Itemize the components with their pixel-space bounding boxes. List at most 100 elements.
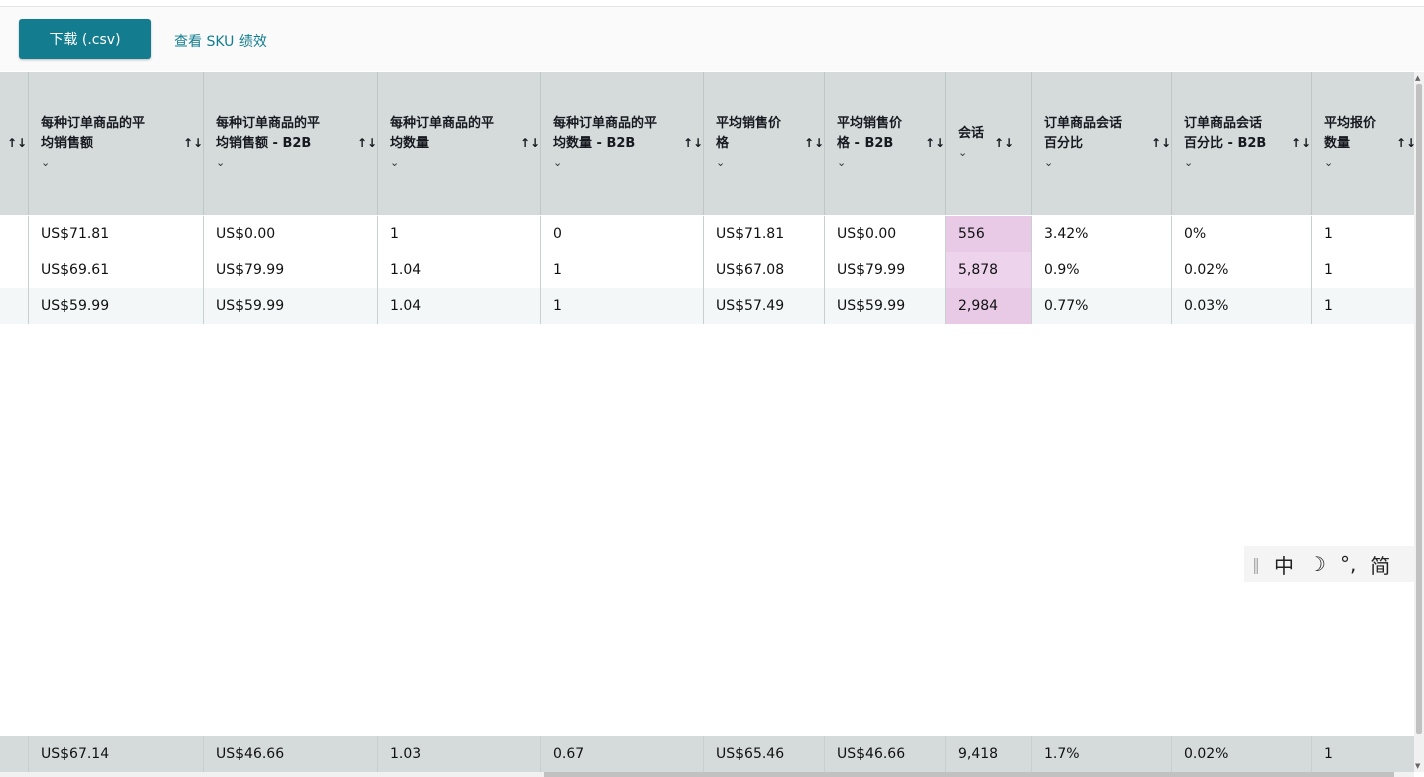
table-cell: 1: [377, 216, 540, 252]
chevron-down-icon[interactable]: ⌄: [1044, 156, 1053, 169]
vertical-scroll-thumb[interactable]: [1416, 84, 1422, 734]
table-cell: US$0.00: [824, 216, 945, 252]
table-cell: US$59.99: [824, 288, 945, 324]
table-cell: 1.7%: [1031, 736, 1171, 772]
chevron-down-icon[interactable]: ⌄: [1184, 156, 1193, 169]
table-cell: 1: [1311, 252, 1414, 288]
moon-icon[interactable]: ☽: [1308, 552, 1326, 576]
vertical-scrollbar[interactable]: ▲ ▼: [1414, 72, 1424, 772]
chevron-down-icon[interactable]: ⌄: [390, 156, 399, 169]
table-cell: US$0.00: [203, 216, 377, 252]
ime-toolbar[interactable]: ‖ 中 ☽ °, 简: [1244, 546, 1414, 582]
table-cell-sessions: 2,984: [945, 288, 1031, 324]
chevron-down-icon[interactable]: ⌄: [41, 156, 50, 169]
header-label: 格 - B2B: [837, 136, 894, 151]
table-cell: 0.02%: [1171, 252, 1311, 288]
table-cell: US$46.66: [203, 736, 377, 772]
top-border: [0, 0, 1424, 7]
table-cell: 0.02%: [1171, 736, 1311, 772]
header-sessions[interactable]: 会话 ↑↓ ⌄: [945, 72, 1031, 215]
chevron-down-icon[interactable]: ⌄: [553, 156, 562, 169]
header-label: 会话: [958, 126, 985, 141]
chevron-down-icon[interactable]: ⌄: [1324, 156, 1333, 169]
table-cell: 0.9%: [1031, 252, 1171, 288]
table-cell: [0, 736, 28, 772]
toolbar: 下载 (.csv) 查看 SKU 绩效: [0, 7, 1424, 71]
table-cell: US$79.99: [824, 252, 945, 288]
header-unit-session-pct-b2b[interactable]: 订单商品会话 百分比 - B2B ↑↓ ⌄: [1171, 72, 1311, 215]
table-header: ↑↓ 每种订单商品的平 均销售额 ↑↓ ⌄ 每种订单商品的平 均销售额 - B2B …: [0, 72, 1416, 215]
table-cell-sessions: 556: [945, 216, 1031, 252]
table-cell: [0, 216, 28, 252]
chevron-down-icon[interactable]: ⌄: [716, 156, 725, 169]
data-table: ↑↓ 每种订单商品的平 均销售额 ↑↓ ⌄ 每种订单商品的平 均销售额 - B2B …: [0, 72, 1416, 772]
sort-icon[interactable]: ↑↓: [804, 136, 824, 150]
table-cell: 1: [1311, 736, 1414, 772]
header-avg-offer-count[interactable]: 平均报价 数量 ↑↓ ⌄: [1311, 72, 1416, 215]
sort-icon[interactable]: ↑↓: [7, 136, 27, 150]
header-label: 数量: [1324, 136, 1351, 151]
header-label: 均销售额 - B2B: [216, 136, 312, 151]
sort-icon[interactable]: ↑↓: [683, 136, 703, 150]
sort-icon[interactable]: ↑↓: [520, 136, 540, 150]
header-unit-session-pct[interactable]: 订单商品会话 百分比 ↑↓ ⌄: [1031, 72, 1171, 215]
table-cell: 1: [540, 288, 703, 324]
horizontal-scroll-thumb[interactable]: [544, 772, 1394, 777]
table-cell: 0.67: [540, 736, 703, 772]
header-avg-sales-per-item-b2b[interactable]: 每种订单商品的平 均销售额 - B2B ↑↓ ⌄: [203, 72, 377, 215]
header-avg-sales-per-item[interactable]: 每种订单商品的平 均销售额 ↑↓ ⌄: [28, 72, 203, 215]
header-label: 均数量: [390, 136, 430, 151]
table-cell: US$59.99: [203, 288, 377, 324]
header-label: 订单商品会话: [1044, 116, 1123, 131]
header-avg-units-per-item[interactable]: 每种订单商品的平 均数量 ↑↓ ⌄: [377, 72, 540, 215]
header-avg-selling-price-b2b[interactable]: 平均销售价格 - B2B ↑↓ ⌄: [824, 72, 945, 215]
table-cell: US$46.66: [824, 736, 945, 772]
sort-icon[interactable]: ↑↓: [357, 136, 377, 150]
table-cell: US$71.81: [28, 216, 203, 252]
table-cell-sessions: 5,878: [945, 252, 1031, 288]
table-cell: 1: [540, 252, 703, 288]
download-csv-button[interactable]: 下载 (.csv): [19, 19, 151, 59]
scroll-down-icon[interactable]: ▼: [1415, 762, 1420, 770]
table-cell-sessions: 9,418: [945, 736, 1031, 772]
table-cell: US$67.14: [28, 736, 203, 772]
table-cell: 1.03: [377, 736, 540, 772]
table-cell: 1.04: [377, 252, 540, 288]
header-label: 每种订单商品的平: [553, 116, 658, 131]
header-label: 格: [716, 136, 730, 151]
ime-script-toggle[interactable]: 简: [1370, 550, 1390, 579]
header-avg-units-per-item-b2b[interactable]: 每种订单商品的平 均数量 - B2B ↑↓ ⌄: [540, 72, 703, 215]
table-cell: 0.77%: [1031, 288, 1171, 324]
table-cell: 0: [540, 216, 703, 252]
chevron-down-icon[interactable]: ⌄: [837, 156, 846, 169]
table-cell: US$65.46: [703, 736, 824, 772]
ime-mode-toggle[interactable]: 中: [1274, 550, 1294, 579]
sort-icon[interactable]: ↑↓: [925, 136, 945, 150]
header-avg-selling-price[interactable]: 平均销售价格 ↑↓ ⌄: [703, 72, 824, 215]
table-cell: US$67.08: [703, 252, 824, 288]
chevron-down-icon[interactable]: ⌄: [216, 156, 225, 169]
header-prev-column[interactable]: ↑↓: [0, 72, 28, 215]
table-cell: 1.04: [377, 288, 540, 324]
horizontal-scrollbar[interactable]: [0, 772, 1414, 777]
ime-drag-handle[interactable]: ‖: [1252, 555, 1260, 574]
table-cell: 0.03%: [1171, 288, 1311, 324]
sort-icon[interactable]: ↑↓: [994, 136, 1014, 150]
table-cell: US$69.61: [28, 252, 203, 288]
ime-punctuation-toggle[interactable]: °,: [1340, 552, 1356, 576]
header-label: 均数量 - B2B: [553, 136, 636, 151]
table-cell: 3.42%: [1031, 216, 1171, 252]
view-sku-performance-link[interactable]: 查看 SKU 绩效: [174, 31, 267, 51]
sort-icon[interactable]: ↑↓: [183, 136, 203, 150]
table-cell: US$71.81: [703, 216, 824, 252]
table-cell: 0%: [1171, 216, 1311, 252]
header-label: 每种订单商品的平: [41, 116, 146, 131]
sort-icon[interactable]: ↑↓: [1151, 136, 1171, 150]
scroll-up-icon[interactable]: ▲: [1415, 74, 1420, 82]
header-label: 百分比: [1044, 136, 1084, 151]
table-cell: [0, 252, 28, 288]
chevron-down-icon[interactable]: ⌄: [958, 146, 967, 159]
sort-icon[interactable]: ↑↓: [1291, 136, 1311, 150]
table-cell: US$79.99: [203, 252, 377, 288]
table-row: US$69.61 US$79.99 1.04 1 US$67.08 US$79.…: [0, 252, 1414, 288]
